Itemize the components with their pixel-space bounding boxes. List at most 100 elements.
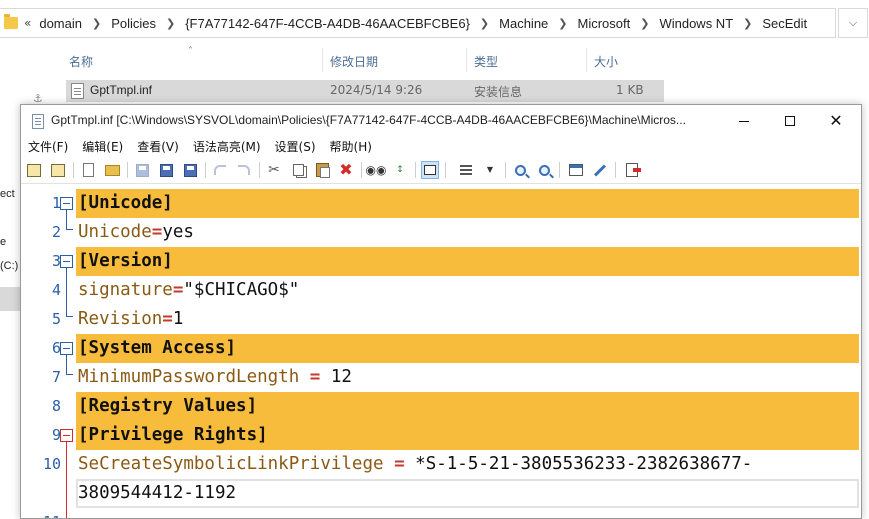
breadcrumb-overflow[interactable]: « [24,16,31,30]
menu-help[interactable]: 帮助(H) [323,138,379,155]
fold-collapse-icon[interactable] [60,255,73,268]
breadcrumb-item-secedit[interactable]: SecEdit [758,16,811,31]
delete-button[interactable]: ✖ [337,161,355,179]
zoom-out-icon [538,164,550,176]
close-icon: ✕ [829,111,843,130]
save-as-button[interactable] [157,161,175,179]
word-wrap-icon [424,165,436,175]
column-name[interactable]: 名称 [69,53,93,70]
chevron-right-icon[interactable]: ❯ [634,17,655,30]
line-number: 8 [51,397,61,415]
new-button[interactable] [79,161,97,179]
exit-icon [626,163,641,177]
indent-guides-dropdown[interactable]: ▼ [481,161,499,179]
scheme-button[interactable] [567,161,585,179]
line-number: 11 [21,508,61,518]
zoom-in-button[interactable] [511,161,529,179]
breadcrumb[interactable]: « domain ❯ Policies ❯ {F7A77142-647F-4CC… [0,8,836,38]
fold-collapse-icon[interactable] [60,197,73,210]
customize-scheme-button[interactable] [591,161,609,179]
section-highlight [76,247,859,276]
code-text: MinimumPasswordLength = 12 [78,363,352,392]
editor-line: 9 [Privilege Rights] [21,421,861,450]
breadcrumb-item-domain[interactable]: domain [35,16,86,31]
save-copy-button[interactable] [181,161,199,179]
section-header: [System Access] [78,338,237,358]
title-bar[interactable]: GptTmpl.inf [C:\Windows\SYSVOL\domain\Po… [21,105,861,137]
nav-item-stub[interactable]: (C:) [0,260,18,272]
zoom-in-icon [514,164,526,176]
fold-collapse-icon[interactable] [60,342,73,355]
close-button[interactable]: ✕ [813,105,859,137]
line-number: 4 [51,281,61,299]
replace-button[interactable]: ↕ [391,161,409,179]
column-size[interactable]: 大小 [594,53,618,70]
column-divider[interactable] [466,48,467,72]
nav-item-selected[interactable] [0,287,20,311]
find-file-icon [51,163,65,177]
column-divider[interactable] [586,48,587,72]
section-header: [Version] [78,251,173,271]
paste-button[interactable] [313,161,331,179]
copy-button[interactable] [289,161,307,179]
column-divider[interactable] [322,48,323,72]
indent-guides-button[interactable] [457,161,475,179]
code-editor[interactable]: 1 [Unicode] 2 Unicode=yes 3 [Version] 4 … [21,185,861,518]
code-value-wrapped: 3809544412-1192 [78,483,237,503]
undo-button[interactable] [211,161,229,179]
cut-button[interactable]: ✂ [265,161,283,179]
code-operator: = [151,222,163,242]
window-title: GptTmpl.inf [C:\Windows\SYSVOL\domain\Po… [51,113,686,127]
open-folder-icon [104,164,120,176]
nav-item-stub[interactable]: ect [0,188,15,200]
save-button[interactable] [133,161,151,179]
find-file-button[interactable] [49,161,67,179]
chevron-right-icon[interactable]: ❯ [474,17,495,30]
code-text: SeCreateSymbolicLinkPrivilege = *S-1-5-2… [78,450,752,479]
menu-settings[interactable]: 设置(S) [268,138,323,155]
open-button[interactable] [103,161,121,179]
nav-item-stub[interactable]: e [0,236,6,248]
zoom-out-button[interactable] [535,161,553,179]
column-date[interactable]: 修改日期 [330,53,378,70]
menu-edit[interactable]: 编辑(E) [75,138,130,155]
breadcrumb-item-microsoft[interactable]: Microsoft [574,16,635,31]
find-button[interactable]: ◉◉ [366,161,387,179]
minimize-button[interactable] [721,105,767,137]
word-wrap-button[interactable] [421,161,439,179]
notepad-app-icon[interactable] [32,114,44,129]
chevron-right-icon[interactable]: ❯ [737,17,758,30]
pen-icon [593,163,607,177]
line-number: 9 [51,426,61,444]
breadcrumb-item-windows-nt[interactable]: Windows NT [655,16,737,31]
redo-button[interactable] [235,161,253,179]
exit-button[interactable] [623,161,641,179]
menu-view[interactable]: 查看(V) [130,138,186,155]
menu-file[interactable]: 文件(F) [21,138,75,155]
breadcrumb-item-policies[interactable]: Policies [107,16,160,31]
delete-icon: ✖ [339,160,353,179]
editor-line: 10 SeCreateSymbolicLinkPrivilege = *S-1-… [21,450,861,479]
address-dropdown-button[interactable]: ⌵ [838,8,868,38]
new-file-icon [82,163,94,177]
line-number: 1 [51,194,61,212]
maximize-button[interactable] [767,105,813,137]
file-row-gpttmpl[interactable]: GptTmpl.inf 2024/5/14 9:26 安装信息 1 KB [66,80,664,102]
fold-collapse-icon[interactable] [60,429,73,442]
chevron-right-icon[interactable]: ❯ [552,17,573,30]
editor-line: 11 [21,508,861,518]
list-icon [460,165,472,175]
menu-syntax[interactable]: 语法高亮(M) [186,138,268,155]
column-type[interactable]: 类型 [474,53,498,70]
code-operator: = [162,309,173,329]
code-text: signature="$CHICAGO$" [78,276,299,305]
chevron-right-icon[interactable]: ❯ [160,17,181,30]
breadcrumb-item-guid[interactable]: {F7A77142-647F-4CCB-A4DB-46AACEBFCBE6} [181,16,474,31]
file-type: 安装信息 [474,85,523,99]
file-date: 2024/5/14 9:26 [330,83,423,97]
line-number: 3 [51,252,61,270]
browse-button[interactable] [25,161,43,179]
breadcrumb-item-machine[interactable]: Machine [495,16,552,31]
line-number: 6 [51,339,61,357]
chevron-right-icon[interactable]: ❯ [86,17,107,30]
